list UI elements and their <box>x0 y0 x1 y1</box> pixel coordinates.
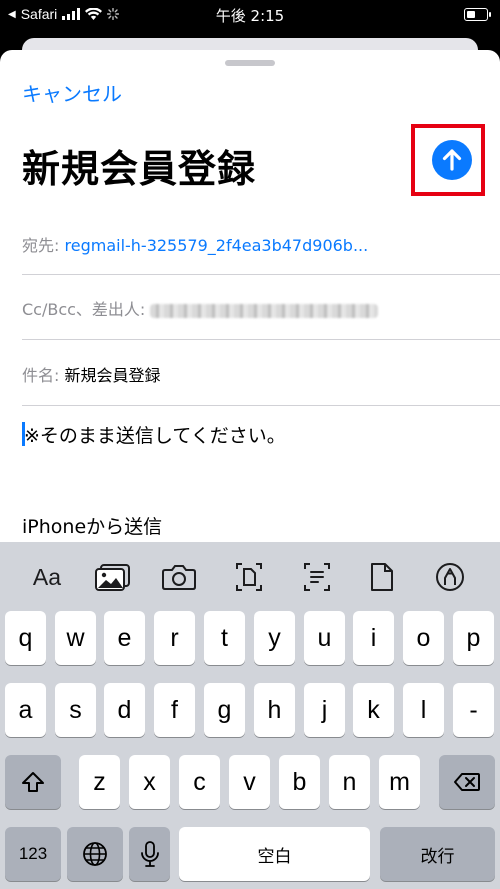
key-d[interactable]: d <box>104 683 145 737</box>
scan-document-icon[interactable] <box>229 560 269 594</box>
key-l[interactable]: l <box>403 683 444 737</box>
key-u[interactable]: u <box>304 611 345 665</box>
send-button-highlight <box>411 124 485 196</box>
key-c[interactable]: c <box>179 755 220 809</box>
subject-value[interactable]: 新規会員登録 <box>65 366 161 385</box>
key-y[interactable]: y <box>254 611 295 665</box>
signature-text[interactable]: iPhoneから送信 <box>22 512 162 539</box>
globe-key[interactable] <box>67 827 123 881</box>
divider <box>22 274 500 275</box>
subject-label: 件名: <box>22 366 60 385</box>
divider <box>22 339 500 340</box>
key-k[interactable]: k <box>353 683 394 737</box>
key-v[interactable]: v <box>229 755 270 809</box>
status-time: 午後 2:15 <box>215 7 285 25</box>
key-f[interactable]: f <box>154 683 195 737</box>
sheet-grabber[interactable] <box>225 60 275 66</box>
key-q[interactable]: q <box>5 611 46 665</box>
numbers-key[interactable]: 123 <box>5 827 61 881</box>
key-x[interactable]: x <box>129 755 170 809</box>
cc-label: Cc/Bcc、差出人: <box>22 300 146 319</box>
return-key[interactable]: 改行 <box>380 827 495 881</box>
key-b[interactable]: b <box>279 755 320 809</box>
to-label: 宛先: <box>22 236 60 255</box>
key-z[interactable]: z <box>79 755 120 809</box>
key-e[interactable]: e <box>104 611 145 665</box>
keyboard: Aa q w e r t y u i o p a s d f g h j k l… <box>0 542 500 889</box>
microphone-icon <box>140 841 159 867</box>
sender-address-blurred[interactable] <box>150 303 379 318</box>
photo-library-icon[interactable] <box>93 560 133 594</box>
shift-icon <box>22 772 44 792</box>
format-toolbar: Aa <box>0 542 500 608</box>
format-button[interactable]: Aa <box>27 560 67 594</box>
to-recipient[interactable]: regmail-h-325579_2f4ea3b47d906b... <box>65 236 369 255</box>
arrow-up-icon <box>442 149 462 171</box>
key-j[interactable]: j <box>304 683 345 737</box>
key-h[interactable]: h <box>254 683 295 737</box>
cancel-button[interactable]: キャンセル <box>22 78 122 107</box>
key-t[interactable]: t <box>204 611 245 665</box>
key-r[interactable]: r <box>154 611 195 665</box>
scan-text-icon[interactable] <box>297 560 337 594</box>
cc-bcc-field[interactable]: Cc/Bcc、差出人: <box>22 296 379 320</box>
message-body[interactable]: ※そのまま送信してください。 <box>24 421 286 448</box>
divider <box>22 405 500 406</box>
key-o[interactable]: o <box>403 611 444 665</box>
send-button[interactable] <box>432 140 472 180</box>
status-bar: ◀ Safari 午後 2:15 <box>0 0 500 30</box>
battery-icon <box>464 8 491 21</box>
globe-icon <box>83 842 107 866</box>
key-m[interactable]: m <box>379 755 420 809</box>
key-i[interactable]: i <box>353 611 394 665</box>
key-n[interactable]: n <box>329 755 370 809</box>
key-s[interactable]: s <box>55 683 96 737</box>
attach-file-icon[interactable] <box>362 560 402 594</box>
key-w[interactable]: w <box>55 611 96 665</box>
space-key[interactable]: 空白 <box>179 827 370 881</box>
subject-field[interactable]: 件名: 新規会員登録 <box>22 362 161 386</box>
markup-icon[interactable] <box>430 560 470 594</box>
compose-title: 新規会員登録 <box>22 147 257 191</box>
dictation-key[interactable] <box>129 827 170 881</box>
shift-key[interactable] <box>5 755 61 809</box>
key-g[interactable]: g <box>204 683 245 737</box>
key-a[interactable]: a <box>5 683 46 737</box>
delete-key[interactable] <box>439 755 495 809</box>
key-hyphen[interactable]: - <box>453 683 494 737</box>
key-p[interactable]: p <box>453 611 494 665</box>
to-field[interactable]: 宛先: regmail-h-325579_2f4ea3b47d906b... <box>22 232 368 256</box>
delete-icon <box>454 773 480 791</box>
camera-icon[interactable] <box>159 560 199 594</box>
